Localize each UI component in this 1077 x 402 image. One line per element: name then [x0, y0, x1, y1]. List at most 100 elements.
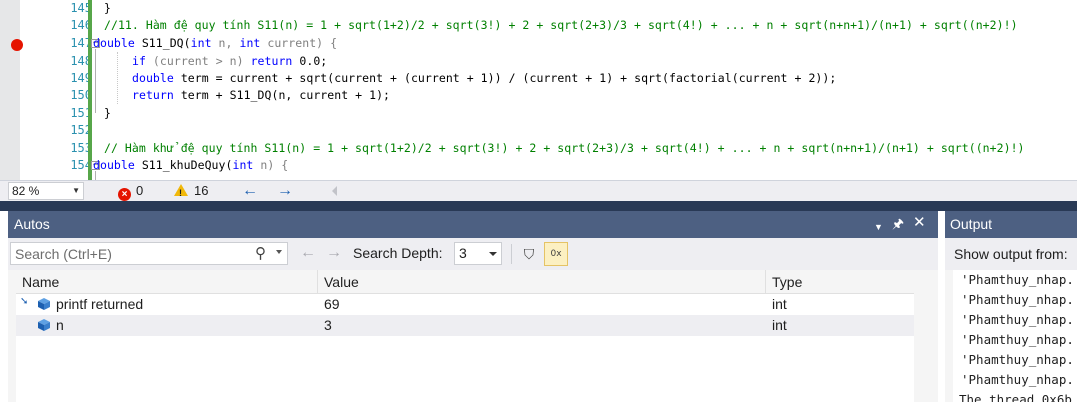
variable-value[interactable]: 69: [324, 294, 340, 315]
output-line: 'Phamthuy_nhap.: [961, 352, 1074, 367]
fold-guide: [95, 49, 96, 113]
column-header-value[interactable]: Value: [318, 270, 766, 294]
parameter: n) {: [253, 158, 289, 172]
output-line: 'Phamthuy_nhap.: [961, 312, 1074, 327]
line-number: 149: [70, 71, 92, 85]
column-header-name[interactable]: Name: [16, 270, 318, 294]
grid-header: Name Value Type: [16, 270, 914, 294]
variable-name: printf returned: [56, 296, 144, 312]
filter-icon[interactable]: ⛉: [518, 243, 540, 265]
keyword: if: [132, 54, 146, 68]
output-line: 'Phamthuy_nhap.: [961, 332, 1074, 347]
search-back-icon[interactable]: ←: [300, 244, 316, 262]
dropdown-icon: ▼: [72, 186, 80, 195]
keyword: double: [93, 158, 135, 172]
keyword: return: [132, 88, 174, 102]
code-token: 0.0;: [292, 54, 328, 68]
output-line: 'Phamthuy_nhap.: [961, 292, 1074, 307]
code-line: return term + S11_DQ(n, current + 1);: [132, 87, 390, 104]
glyph-margin[interactable]: [0, 0, 23, 180]
toolbar-divider: [511, 244, 512, 264]
error-count[interactable]: × 0: [118, 183, 143, 201]
keyword: double: [93, 36, 135, 50]
line-number: 151: [70, 106, 92, 120]
chevron-down-icon[interactable]: ▼: [874, 219, 883, 235]
visual-studio-window: 145 146 147 148 149 150 151 152 153 154 …: [0, 0, 1077, 402]
line-number: 148: [70, 54, 92, 68]
search-input[interactable]: [11, 243, 246, 264]
zoom-dropdown[interactable]: 82 % ▼: [8, 182, 84, 200]
line-number: 146: [70, 18, 92, 32]
line-number: 150: [70, 88, 92, 102]
close-icon[interactable]: ✕: [913, 215, 926, 231]
nav-back-icon[interactable]: ←: [242, 182, 258, 200]
search-box[interactable]: ⚲: [10, 242, 288, 265]
show-output-from-label: Show output from:: [954, 246, 1068, 262]
variables-grid[interactable]: Name Value Type ➘ printf returned 69 int: [16, 270, 914, 402]
zoom-level: 82 %: [12, 184, 40, 198]
autos-toolbar: ⚲ ← → Search Depth: 3 ⛉ 0x: [8, 238, 938, 270]
table-row[interactable]: ➘ printf returned 69 int: [16, 294, 914, 315]
code-token: S11_khuDeQuy(: [134, 158, 233, 172]
dropdown-icon: [489, 252, 497, 256]
code-line: // Hàm khử đệ quy tính S11(n) = 1 + sqrt…: [104, 140, 1025, 157]
variable-type: int: [772, 296, 787, 312]
output-panel: Output Show output from: 'Phamthuy_nhap.…: [945, 211, 1077, 402]
line-number: 154: [70, 158, 92, 172]
search-icon[interactable]: ⚲: [255, 244, 266, 262]
column-header-type[interactable]: Type: [766, 270, 914, 294]
output-text-area[interactable]: 'Phamthuy_nhap. 'Phamthuy_nhap. 'Phamthu…: [953, 270, 1077, 402]
code-editor[interactable]: 145 146 147 148 149 150 151 152 153 154 …: [0, 0, 1077, 180]
variable-value[interactable]: 3: [324, 315, 332, 336]
line-number: 147: [70, 36, 92, 50]
output-title-bar[interactable]: Output: [945, 211, 1077, 238]
search-forward-icon[interactable]: →: [326, 244, 342, 262]
code-token: term = current + sqrt(current + (current…: [173, 71, 837, 85]
warning-count[interactable]: 16: [174, 183, 209, 201]
code-line: }: [104, 0, 111, 17]
nav-forward-icon[interactable]: →: [277, 182, 293, 200]
code-line: }: [104, 105, 111, 122]
output-line: The thread 0x6b: [959, 392, 1072, 402]
code-line: if (current > n) return 0.0;: [132, 53, 327, 70]
keyword: double: [132, 71, 174, 85]
keyword: int: [232, 158, 254, 172]
code-text-area[interactable]: } //11. Hàm đệ quy tính S11(n) = 1 + sqr…: [93, 0, 1077, 180]
parameter: n,: [211, 36, 240, 50]
output-line: 'Phamthuy_nhap.: [961, 372, 1074, 387]
grid-scrollbar[interactable]: [914, 270, 938, 402]
line-number: 153: [70, 141, 92, 155]
variable-name: n: [56, 317, 64, 333]
error-icon: ×: [118, 188, 131, 201]
keyword: int: [239, 36, 261, 50]
error-count-value: 0: [136, 183, 144, 198]
changed-lines-indicator: [88, 0, 92, 180]
code-token: }: [104, 106, 111, 120]
output-toolbar: Show output from:: [945, 238, 1077, 270]
indent-guide: [117, 52, 118, 104]
line-number: 145: [70, 1, 92, 15]
output-line: 'Phamthuy_nhap.: [961, 272, 1074, 287]
hex-display-icon[interactable]: 0x: [544, 242, 568, 266]
code-line: double S11_DQ(int n, int current) {: [93, 35, 337, 52]
code-token: term + S11_DQ(n, current + 1);: [173, 88, 391, 102]
line-number-gutter: 145 146 147 148 149 150 151 152 153 154: [20, 0, 98, 180]
autos-title-bar[interactable]: Autos ▼ 🖈 ✕: [8, 211, 938, 238]
code-comment: // Hàm khử đệ quy tính S11(n) = 1 + sqrt…: [104, 141, 1025, 155]
search-depth-dropdown[interactable]: 3: [454, 242, 502, 265]
panel-title: Autos: [14, 216, 50, 232]
code-comment: //11. Hàm đệ quy tính S11(n) = 1 + sqrt(…: [104, 18, 1018, 32]
scroll-left-icon[interactable]: [332, 186, 337, 196]
search-depth-value: 3: [459, 245, 467, 261]
table-row[interactable]: n 3 int: [16, 315, 914, 336]
code-token: (current > n): [145, 54, 251, 68]
warning-count-value: 16: [194, 183, 209, 198]
code-line: //11. Hàm đệ quy tính S11(n) = 1 + sqrt(…: [104, 17, 1018, 34]
code-line: double term = current + sqrt(current + (…: [132, 70, 836, 87]
autos-panel: Autos ▼ 🖈 ✕ ⚲ ← → Search Depth: 3 ⛉ 0x: [8, 211, 938, 402]
variable-cube-icon: [38, 298, 50, 310]
line-number: 152: [70, 123, 92, 137]
dropdown-icon[interactable]: [276, 250, 282, 254]
pin-icon[interactable]: 🖈: [892, 216, 904, 232]
code-line: double S11_khuDeQuy(int n) {: [93, 157, 288, 174]
